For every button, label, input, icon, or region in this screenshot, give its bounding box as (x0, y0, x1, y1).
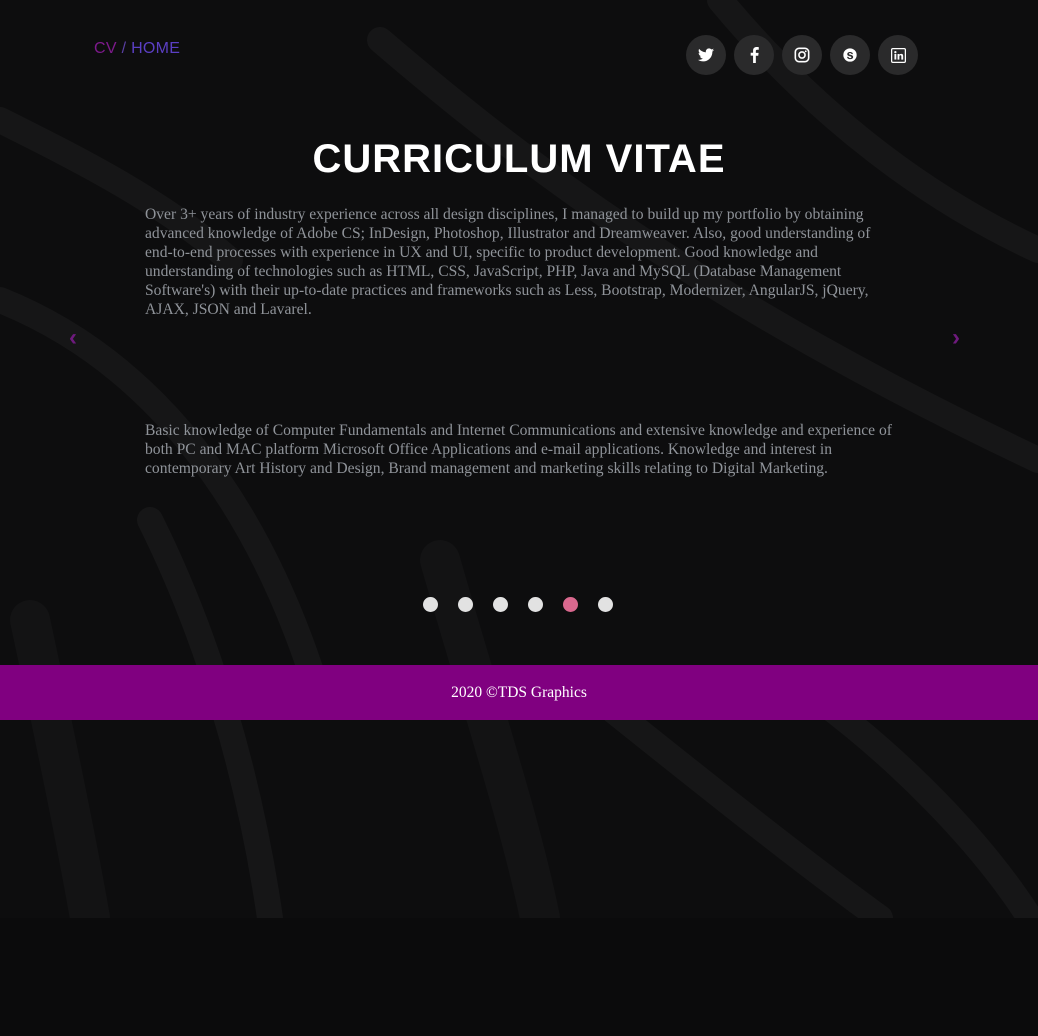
cv-paragraph-knowledge: Basic knowledge of Computer Fundamentals… (145, 421, 892, 477)
page-title: CURRICULUM VITAE (312, 136, 726, 181)
twitter-icon (698, 48, 714, 62)
breadcrumb-separator: / (121, 40, 127, 57)
carousel-dot[interactable] (493, 597, 508, 612)
carousel-prev-button[interactable]: ‹ (63, 324, 83, 352)
skype-icon (843, 48, 857, 62)
carousel-dot[interactable] (458, 597, 473, 612)
carousel-dot[interactable] (423, 597, 438, 612)
linkedin-button[interactable] (878, 35, 918, 75)
skype-button[interactable] (830, 35, 870, 75)
instagram-icon (794, 47, 810, 63)
carousel-next-button[interactable]: › (946, 324, 966, 352)
page: CV / HOME CURRICULUM VITAE ‹ › Over 3+ y… (0, 0, 1038, 1036)
social-links (686, 35, 918, 75)
carousel-dot[interactable] (563, 597, 578, 612)
breadcrumb: CV / HOME (94, 40, 180, 58)
carousel-indicators (423, 597, 613, 612)
footer-copyright: 2020 ©TDS Graphics (451, 683, 587, 701)
linkedin-icon (890, 47, 906, 63)
bottom-area (0, 918, 1038, 1036)
breadcrumb-home-link[interactable]: HOME (131, 40, 180, 57)
instagram-button[interactable] (782, 35, 822, 75)
breadcrumb-cv-link[interactable]: CV (94, 40, 117, 57)
cv-paragraph-experience: Over 3+ years of industry experience acr… (145, 205, 871, 318)
facebook-button[interactable] (734, 35, 774, 75)
footer: 2020 ©TDS Graphics (0, 665, 1038, 720)
twitter-button[interactable] (686, 35, 726, 75)
carousel-dot[interactable] (528, 597, 543, 612)
carousel-dot[interactable] (598, 597, 613, 612)
facebook-icon (750, 47, 759, 63)
